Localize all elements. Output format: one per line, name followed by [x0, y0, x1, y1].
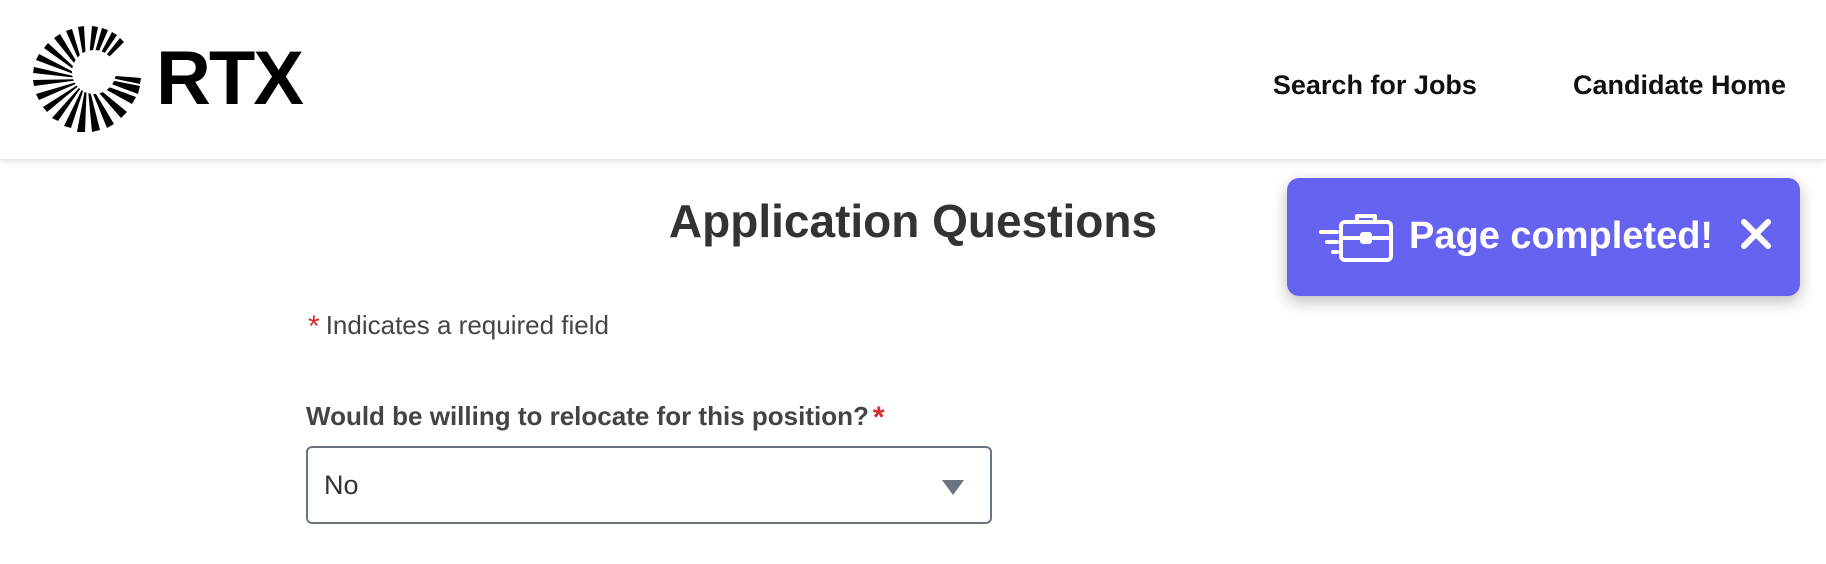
required-marker: *	[872, 401, 885, 434]
brand-name: RTX	[156, 36, 304, 121]
toast-message: Page completed!	[1409, 215, 1714, 257]
main-nav: Search for Jobs Candidate Home	[1177, 70, 1786, 101]
briefcase-speed-icon	[1319, 214, 1393, 262]
select-value: No	[324, 470, 359, 500]
question-label-text: Would be willing to relocate for this po…	[306, 401, 869, 431]
site-header: RTX Search for Jobs Candidate Home	[0, 0, 1826, 160]
page-completed-toast: Page completed!	[1287, 178, 1800, 296]
relocate-select[interactable]: No	[306, 446, 992, 524]
close-icon[interactable]	[1738, 216, 1774, 252]
sunburst-icon	[33, 26, 141, 132]
required-field-note: * Indicates a required field	[308, 310, 609, 344]
relocate-question-label: Would be willing to relocate for this po…	[306, 401, 885, 435]
chevron-down-icon	[942, 480, 964, 495]
required-marker: *	[308, 310, 320, 343]
nav-candidate-home[interactable]: Candidate Home	[1573, 70, 1786, 101]
brand-logo[interactable]: RTX	[32, 24, 304, 134]
required-note-text: Indicates a required field	[325, 310, 609, 340]
nav-search-for-jobs[interactable]: Search for Jobs	[1273, 70, 1477, 101]
